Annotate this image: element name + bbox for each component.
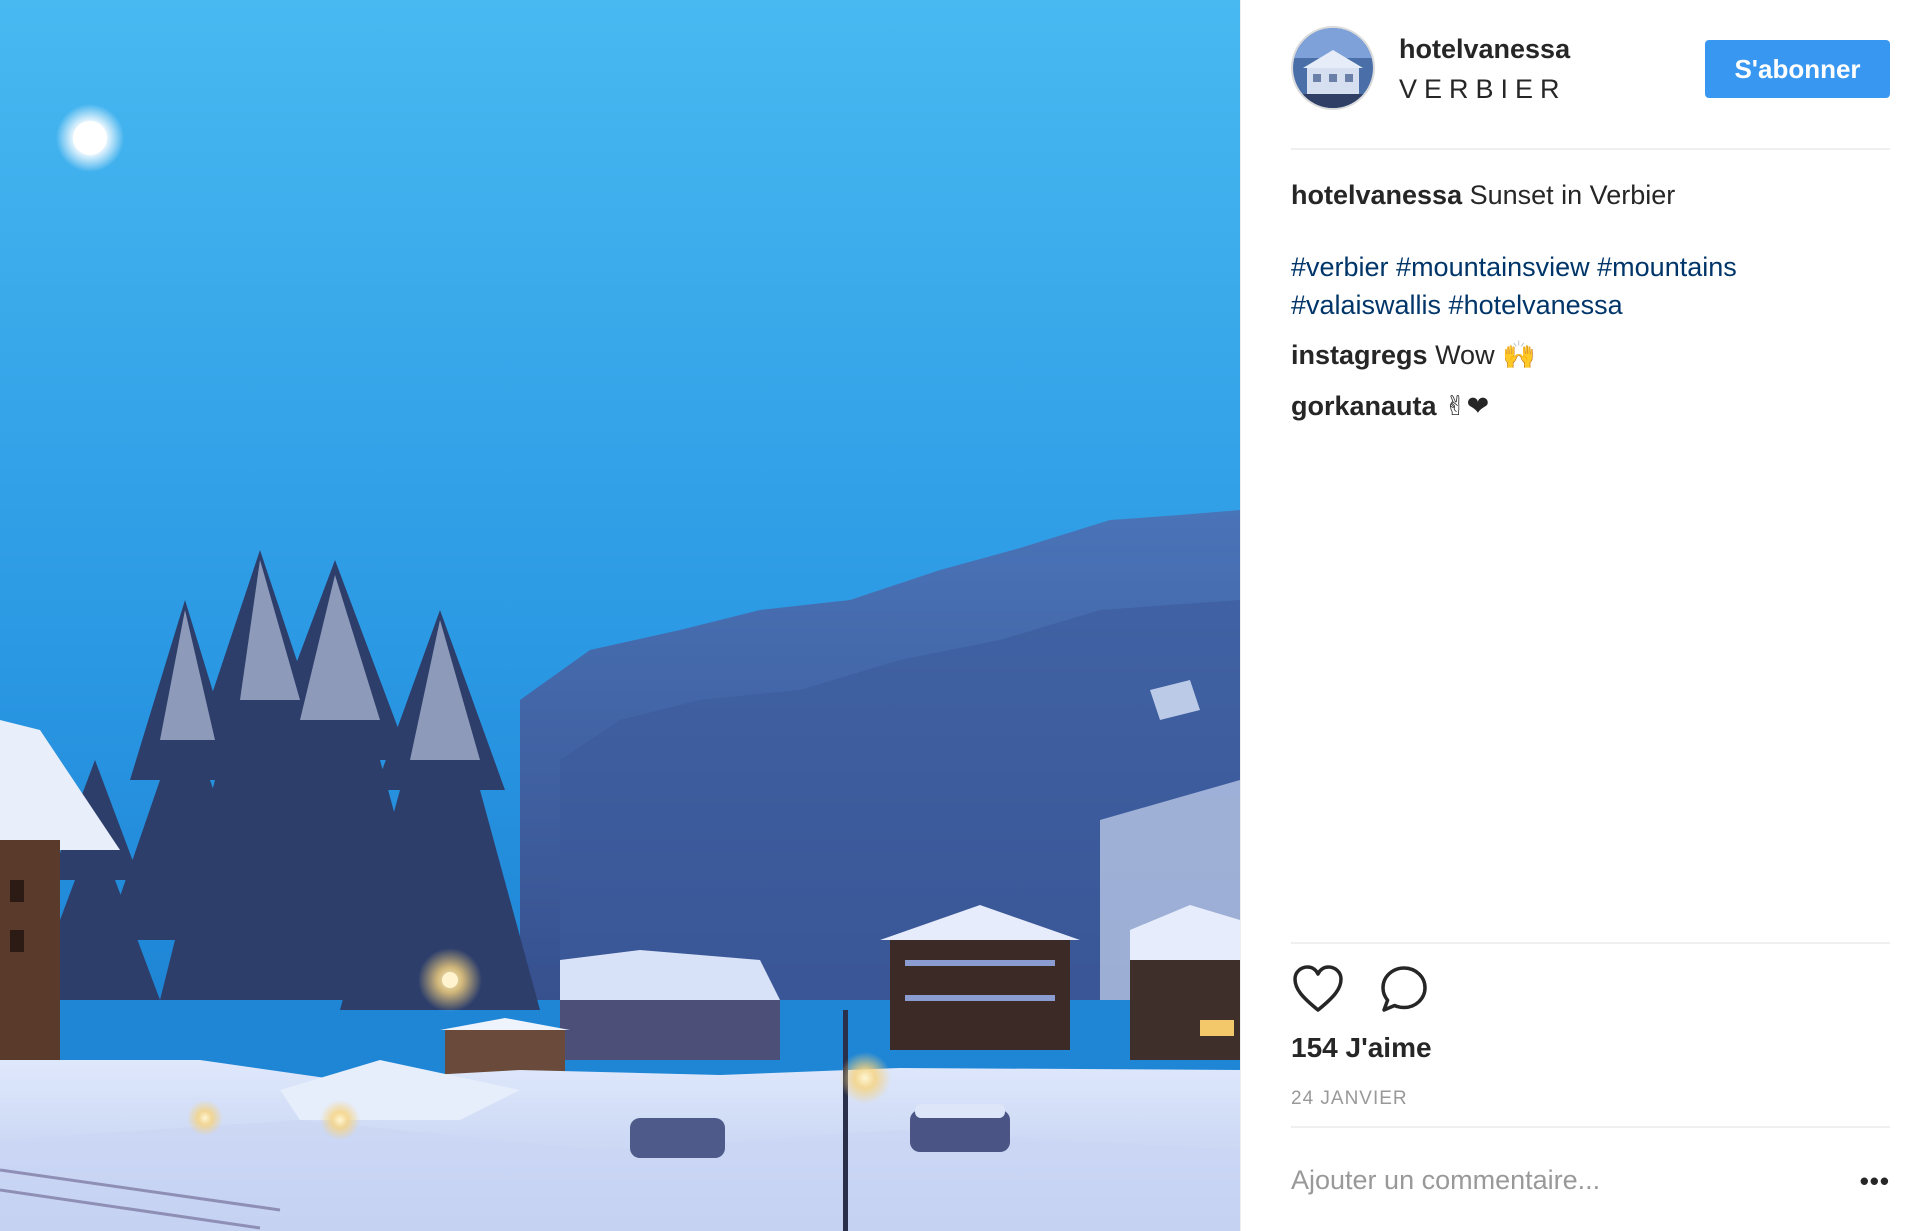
follow-button[interactable]: S'abonner	[1705, 40, 1890, 98]
caption-hashtags: #verbier #mountainsview #mountains #vala…	[1291, 248, 1890, 324]
snowy-village-image	[0, 0, 1240, 1231]
comment-bubble-icon	[1381, 966, 1427, 1012]
comment-username[interactable]: instagregs	[1291, 340, 1428, 370]
victory-heart-emoji: ✌❤	[1444, 391, 1490, 422]
heart-icon	[1293, 965, 1343, 1012]
comment-username[interactable]: gorkanauta	[1291, 391, 1437, 421]
post-location[interactable]: VERBIER	[1399, 74, 1567, 105]
comment: gorkanauta ✌❤	[1291, 387, 1890, 426]
avatar[interactable]	[1291, 26, 1375, 110]
post-author-username[interactable]: hotelvanessa	[1399, 34, 1570, 65]
caption-text: Sunset in Verbier	[1469, 180, 1676, 210]
hotel-avatar-image	[1293, 28, 1373, 108]
input-divider	[1291, 1126, 1890, 1128]
post-header: hotelvanessa VERBIER S'abonner	[1291, 26, 1890, 126]
hashtags-line[interactable]: #valaiswallis #hotelvanessa	[1291, 286, 1890, 324]
post-photo[interactable]	[0, 0, 1240, 1231]
post-date[interactable]: 24 JANVIER	[1291, 1088, 1408, 1110]
hashtags-line[interactable]: #verbier #mountainsview #mountains	[1291, 248, 1890, 286]
like-button[interactable]	[1291, 962, 1345, 1016]
likes-count[interactable]: 154 J'aime	[1291, 1032, 1432, 1064]
raised-hands-emoji: 🙌	[1502, 340, 1536, 371]
actions-divider	[1291, 942, 1890, 944]
comment-text: Wow	[1435, 340, 1495, 370]
comment: instagregs Wow 🙌	[1291, 336, 1890, 375]
caption: hotelvanessa Sunset in Verbier	[1291, 176, 1890, 214]
header-divider	[1291, 148, 1890, 150]
post-sidebar: hotelvanessa VERBIER S'abonner hotelvane…	[1240, 0, 1920, 1231]
post-actions	[1291, 962, 1431, 1016]
caption-username[interactable]: hotelvanessa	[1291, 180, 1462, 210]
more-options-button[interactable]: •••	[1860, 1166, 1890, 1197]
instagram-post: hotelvanessa VERBIER S'abonner hotelvane…	[0, 0, 1920, 1231]
comments-section: hotelvanessa Sunset in Verbier #verbier …	[1291, 176, 1890, 426]
comment-button[interactable]	[1377, 962, 1431, 1016]
comment-input[interactable]	[1291, 1160, 1811, 1200]
